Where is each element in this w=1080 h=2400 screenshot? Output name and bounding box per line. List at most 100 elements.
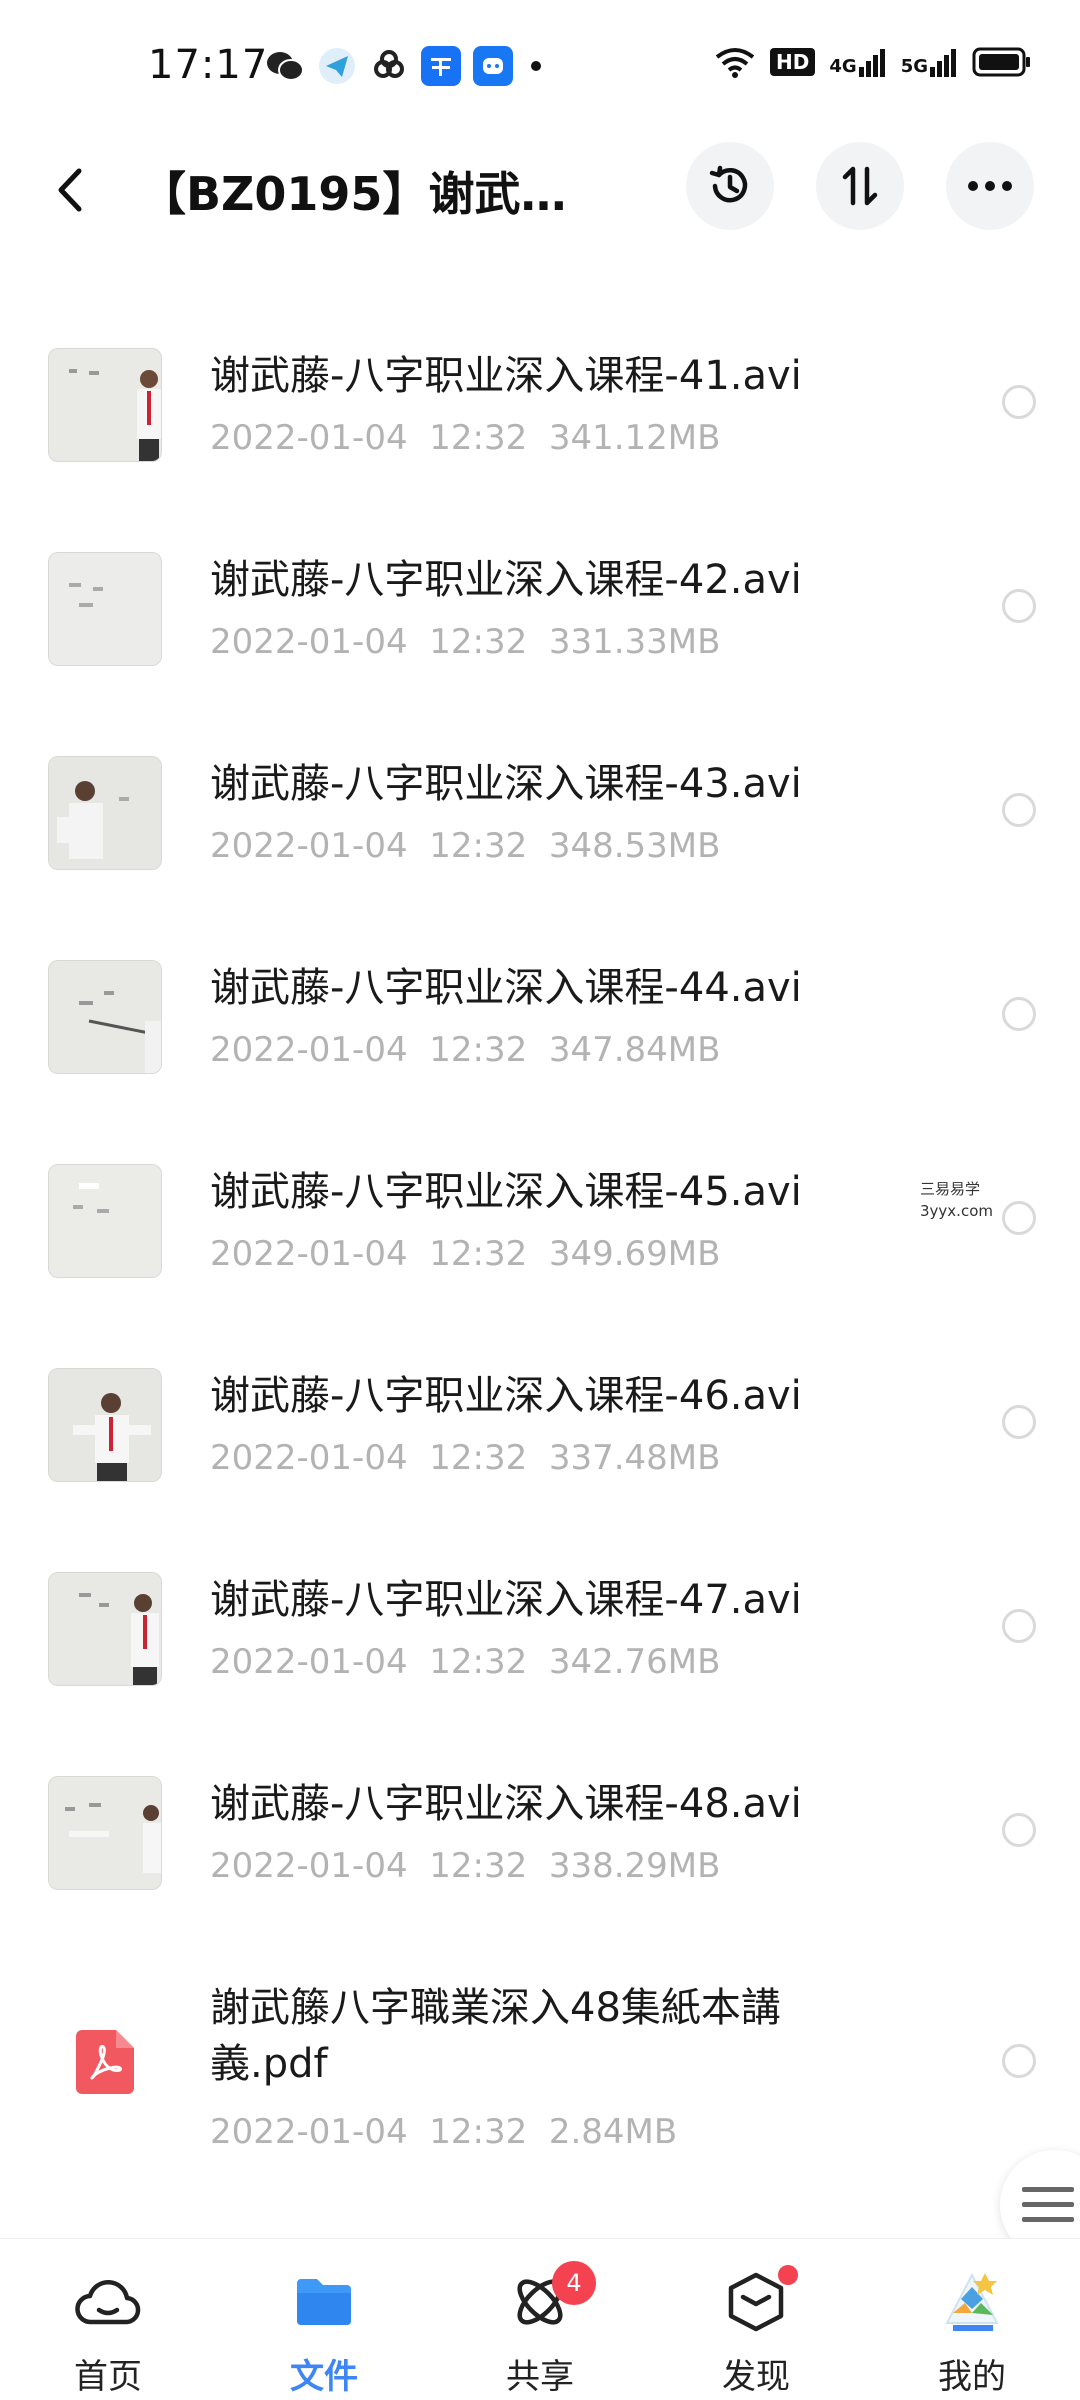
- watermark-line: 3yyx.com: [920, 1202, 993, 1220]
- status-app-icons: [265, 46, 541, 86]
- video-thumbnail: [48, 1572, 162, 1686]
- file-date: 2022-01-04: [210, 418, 408, 458]
- watermark-line: 三易易学: [920, 1180, 981, 1198]
- file-time: 12:32: [429, 2112, 528, 2152]
- video-thumbnail: [48, 756, 162, 870]
- zhihu-icon: [421, 46, 461, 86]
- file-size: 337.48MB: [548, 1438, 721, 1478]
- back-button[interactable]: [40, 160, 100, 220]
- file-row[interactable]: 谢武藤-八字职业深入课程-45.avi 2022-01-04 12:32 349…: [0, 1116, 1080, 1320]
- hamburger-icon: [1022, 2187, 1074, 2222]
- file-name: 谢武藤-八字职业深入课程-43.avi: [210, 761, 802, 807]
- notification-badge: 4: [552, 2261, 596, 2305]
- select-radio[interactable]: [1002, 1201, 1036, 1235]
- file-date: 2022-01-04: [210, 1438, 408, 1478]
- more-button[interactable]: [946, 142, 1034, 230]
- nav-profile[interactable]: 我的: [864, 2239, 1080, 2400]
- history-button[interactable]: [686, 142, 774, 230]
- file-time: 12:32: [429, 1030, 528, 1070]
- notification-dot: [778, 2265, 798, 2285]
- sort-button[interactable]: [816, 142, 904, 230]
- file-time: 12:32: [429, 1438, 528, 1478]
- select-radio[interactable]: [1002, 1405, 1036, 1439]
- nav-label: 文件: [290, 2357, 358, 2397]
- video-thumbnail: [48, 1776, 162, 1890]
- file-meta: 2022-01-04 12:32 347.84MB: [210, 1030, 720, 1070]
- select-radio[interactable]: [1002, 2044, 1036, 2078]
- robot-icon: [473, 46, 513, 86]
- video-thumbnail: [48, 552, 162, 666]
- pdf-file-icon: [48, 2005, 162, 2119]
- file-row[interactable]: 谢武藤-八字职业深入课程-42.avi 2022-01-04 12:32 331…: [0, 504, 1080, 708]
- file-time: 12:32: [429, 622, 528, 662]
- avatar: [939, 2269, 1005, 2335]
- select-radio[interactable]: [1002, 589, 1036, 623]
- file-row[interactable]: 谢武藤-八字职业深入课程-46.avi 2022-01-04 12:32 337…: [0, 1320, 1080, 1524]
- video-thumbnail: [48, 960, 162, 1074]
- wechat-icon: [265, 46, 305, 86]
- file-row[interactable]: 謝武籐八字職業深入48集紙本講義.pdf 2022-01-04 12:32 2.…: [0, 1932, 1080, 2192]
- file-date: 2022-01-04: [210, 1234, 408, 1274]
- file-size: 2.84MB: [548, 2112, 678, 2152]
- nav-share[interactable]: 共享 4: [432, 2239, 648, 2400]
- file-size: 342.76MB: [548, 1642, 721, 1682]
- nav-files[interactable]: 文件: [216, 2239, 432, 2400]
- file-name: 谢武藤-八字职业深入课程-42.avi: [210, 557, 802, 603]
- nav-home[interactable]: 首页: [0, 2239, 216, 2400]
- file-list: 谢武藤-八字职业深入课程-41.avi 2022-01-04 12:32 341…: [0, 300, 1080, 2192]
- telegram-icon: [317, 46, 357, 86]
- file-size: 349.69MB: [548, 1234, 721, 1274]
- file-size: 348.53MB: [548, 826, 721, 866]
- page-title: 【BZ0195】谢武藤-...: [140, 167, 610, 221]
- select-radio[interactable]: [1002, 793, 1036, 827]
- status-time: 17:17: [148, 42, 269, 88]
- select-radio[interactable]: [1002, 385, 1036, 419]
- signal-4g: 4G: [829, 47, 886, 77]
- file-meta: 2022-01-04 12:32 342.76MB: [210, 1642, 720, 1682]
- file-size: 347.84MB: [548, 1030, 721, 1070]
- file-row[interactable]: 谢武藤-八字职业深入课程-44.avi 2022-01-04 12:32 347…: [0, 912, 1080, 1116]
- file-row[interactable]: 谢武藤-八字职业深入课程-48.avi 2022-01-04 12:32 338…: [0, 1728, 1080, 1932]
- file-date: 2022-01-04: [210, 622, 408, 662]
- file-row[interactable]: 谢武藤-八字职业深入课程-43.avi 2022-01-04 12:32 348…: [0, 708, 1080, 912]
- status-indicators: HD 4G 5G: [714, 46, 1032, 78]
- file-row[interactable]: 谢武藤-八字职业深入课程-47.avi 2022-01-04 12:32 342…: [0, 1524, 1080, 1728]
- status-bar: 17:17 HD 4G 5G: [0, 0, 1080, 130]
- select-radio[interactable]: [1002, 1813, 1036, 1847]
- file-name: 谢武藤-八字职业深入课程-45.avi: [210, 1169, 802, 1215]
- file-meta: 2022-01-04 12:32 338.29MB: [210, 1846, 720, 1886]
- cloud-icon: [75, 2269, 141, 2335]
- screen: 17:17 HD 4G 5G 【BZ0195】谢武藤-... 谢武藤-八字职业深…: [0, 0, 1080, 2400]
- file-date: 2022-01-04: [210, 1642, 408, 1682]
- file-time: 12:32: [429, 1234, 528, 1274]
- file-size: 338.29MB: [548, 1846, 721, 1886]
- nav-discover[interactable]: 发现: [648, 2239, 864, 2400]
- file-name: 谢武藤-八字职业深入课程-41.avi: [210, 353, 802, 399]
- video-thumbnail: [48, 348, 162, 462]
- watermark: 三易易学 3yyx.com: [920, 1178, 993, 1222]
- battery-icon: [972, 47, 1030, 77]
- file-date: 2022-01-04: [210, 1030, 408, 1070]
- file-time: 12:32: [429, 1642, 528, 1682]
- top-bar: 【BZ0195】谢武藤-...: [0, 130, 1080, 250]
- file-row[interactable]: 谢武藤-八字职业深入课程-41.avi 2022-01-04 12:32 341…: [0, 300, 1080, 504]
- nav-label: 首页: [74, 2357, 142, 2397]
- chevron-left-icon: [58, 168, 82, 212]
- more-notifications-dot: [531, 61, 541, 71]
- nav-label: 共享: [506, 2357, 574, 2397]
- folder-icon: [291, 2269, 357, 2335]
- file-name: 谢武藤-八字职业深入课程-48.avi: [210, 1781, 802, 1827]
- file-size: 331.33MB: [548, 622, 721, 662]
- file-time: 12:32: [429, 1846, 528, 1886]
- file-name: 谢武藤-八字职业深入课程-47.avi: [210, 1577, 802, 1623]
- file-name: 谢武藤-八字职业深入课程-46.avi: [210, 1373, 802, 1419]
- history-icon: [709, 165, 748, 203]
- bottom-nav: 首页 文件 共享 4 发现 我的: [0, 2238, 1080, 2400]
- file-name: 謝武籐八字職業深入48集紙本講義.pdf: [210, 1985, 781, 2087]
- file-size: 341.12MB: [548, 418, 721, 458]
- signal-5g: 5G: [901, 47, 958, 77]
- select-radio[interactable]: [1002, 1609, 1036, 1643]
- wifi-icon: [715, 48, 755, 78]
- nav-label: 发现: [722, 2357, 790, 2397]
- select-radio[interactable]: [1002, 997, 1036, 1031]
